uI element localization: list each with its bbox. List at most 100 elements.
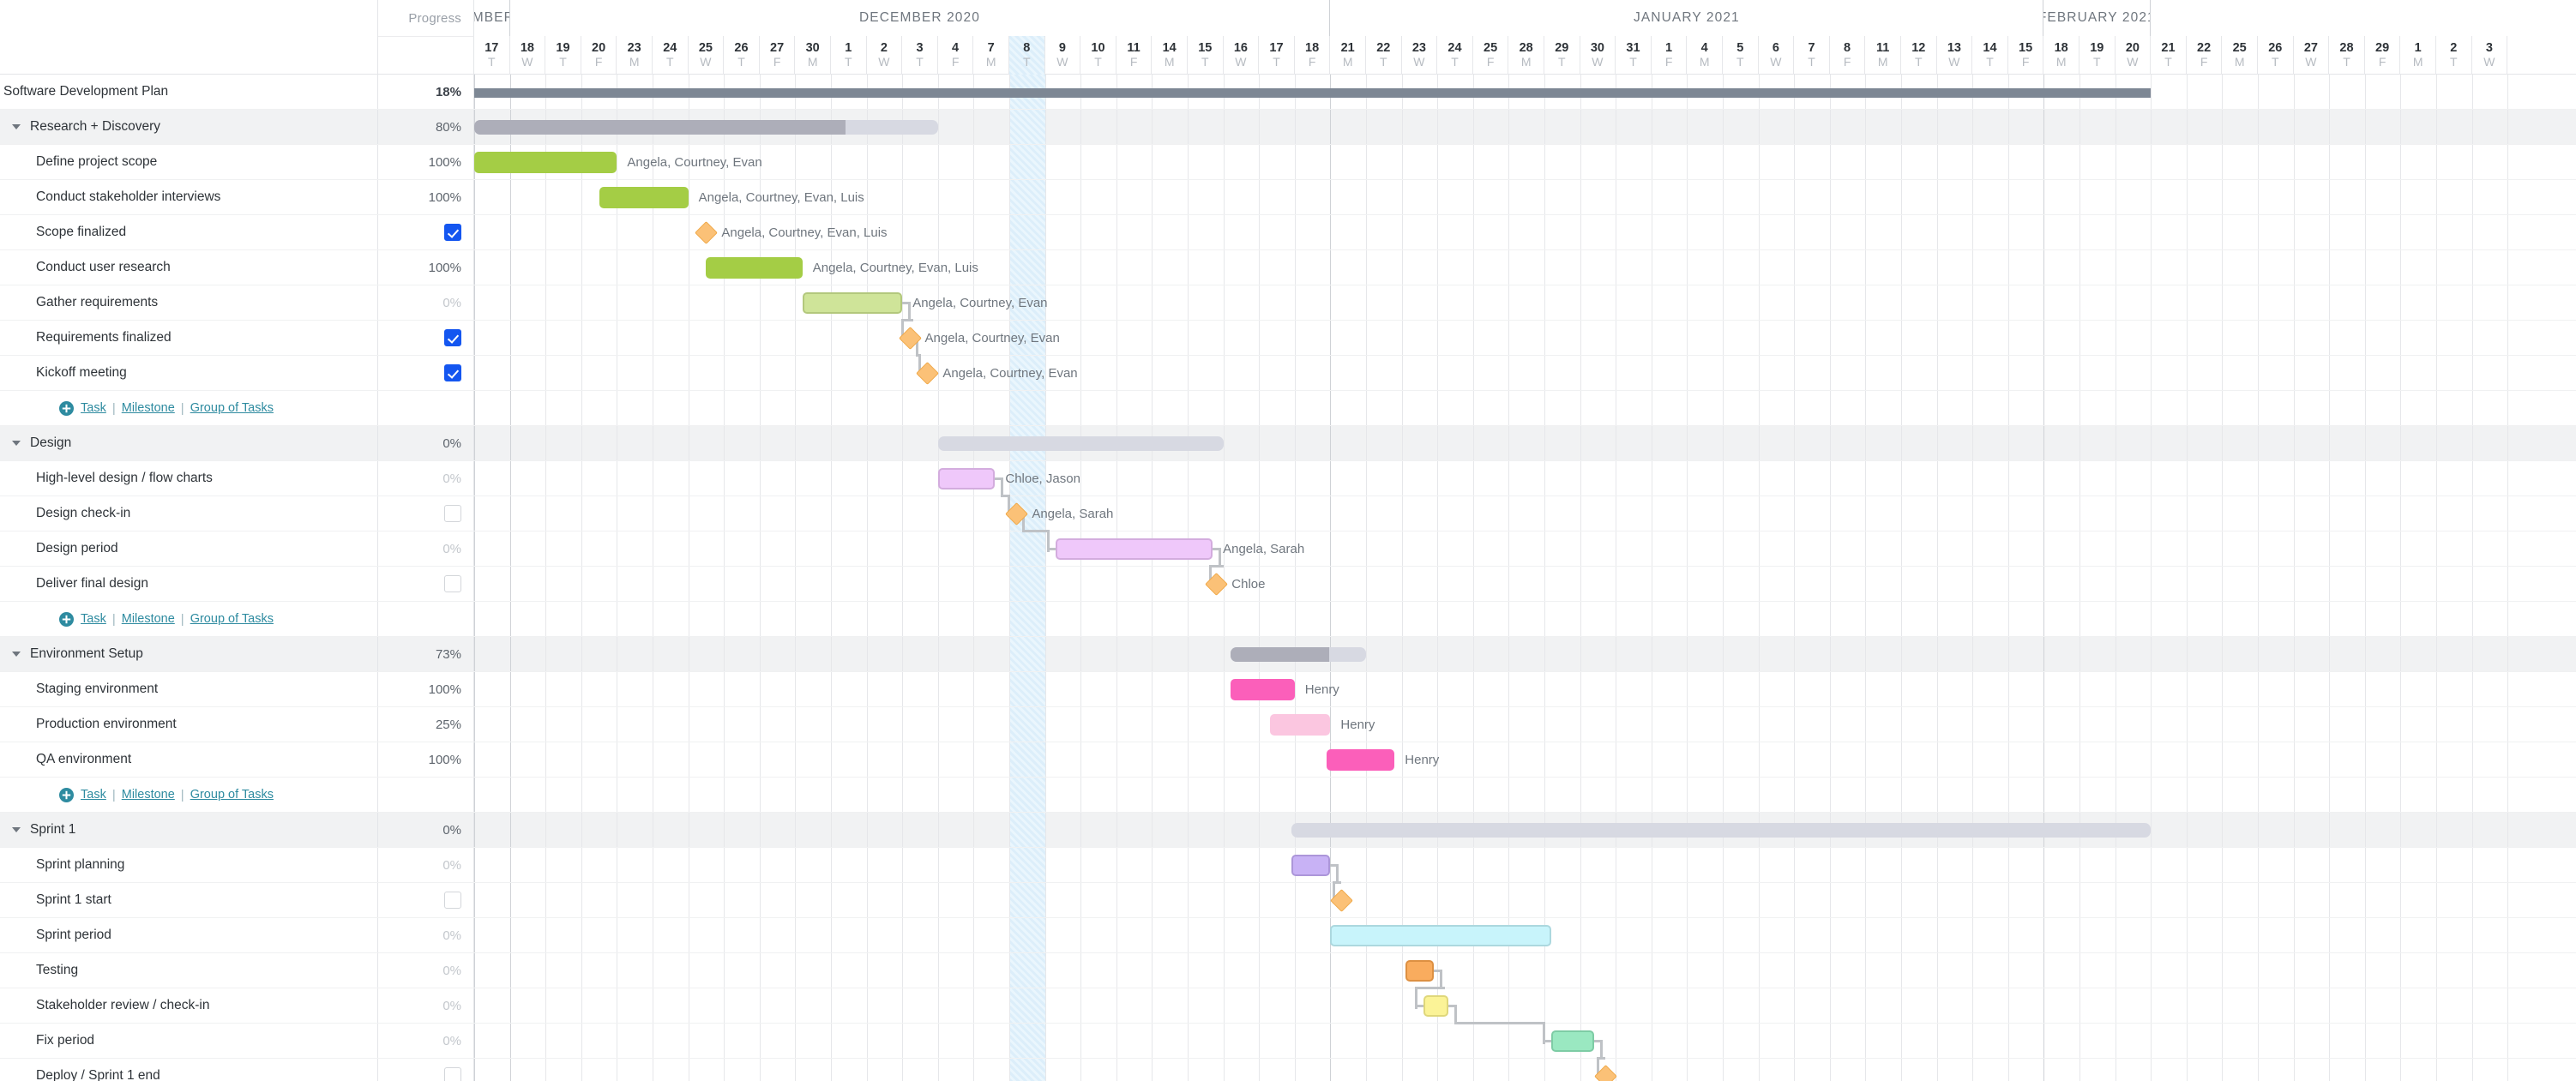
progress-cell[interactable]: 18% [378,75,474,109]
task-list-row[interactable]: Stakeholder review / check-in0% [0,988,474,1024]
add-task-link[interactable]: Task [81,612,106,626]
task-list-row[interactable]: Deliver final design [0,567,474,602]
timeline-panel[interactable]: NOVEMBER 2020DECEMBER 2020JANUARY 2021FE… [474,0,2576,1081]
add-task-link[interactable]: Task [81,401,106,415]
task-list-row[interactable]: Design period0% [0,531,474,567]
task-name-cell[interactable]: Research + Discovery [0,110,378,144]
add-task-link[interactable]: Task [81,788,106,802]
add-milestone-link[interactable]: Milestone [122,788,175,802]
task-bar[interactable] [1330,925,1551,946]
add-group-link[interactable]: Group of Tasks [190,401,274,415]
task-list-row[interactable]: Fix period0% [0,1024,474,1059]
progress-cell[interactable] [378,215,474,249]
task-list-row[interactable]: Staging environment100% [0,672,474,707]
progress-cell[interactable]: 0% [378,953,474,988]
task-list-row[interactable]: Research + Discovery80% [0,110,474,145]
task-list-row[interactable]: Sprint 10% [0,813,474,848]
task-bar[interactable] [1551,1030,1594,1052]
collapse-caret-icon[interactable] [12,827,21,832]
task-name-cell[interactable]: Kickoff meeting [0,356,378,390]
task-bar[interactable] [1405,960,1434,982]
task-name-cell[interactable]: Fix period [0,1024,378,1058]
progress-cell[interactable]: 0% [378,1024,474,1058]
add-row[interactable]: Task|Milestone|Group of Tasks [0,602,474,637]
task-list-row[interactable]: Kickoff meeting [0,356,474,391]
progress-cell[interactable]: 0% [378,285,474,320]
project-summary-bar[interactable] [474,88,2151,98]
task-name-cell[interactable]: Design period [0,531,378,566]
progress-cell[interactable] [378,883,474,917]
task-list-row[interactable]: Define project scope100% [0,145,474,180]
milestone-checkbox[interactable] [444,892,461,909]
timeline-body[interactable]: Angela, Courtney, EvanAngela, Courtney, … [474,75,2576,1081]
progress-cell[interactable]: 0% [378,918,474,952]
task-name-cell[interactable]: Software Development Plan [0,75,378,109]
progress-cell[interactable]: 0% [378,988,474,1023]
milestone-diamond[interactable] [1205,573,1228,596]
progress-cell[interactable]: 0% [378,426,474,460]
task-list-row[interactable]: Design0% [0,426,474,461]
progress-cell[interactable] [378,321,474,355]
task-name-cell[interactable]: Define project scope [0,145,378,179]
plus-circle-icon[interactable] [59,612,74,627]
milestone-checkbox[interactable] [444,575,461,592]
task-name-cell[interactable]: Conduct user research [0,250,378,285]
add-milestone-link[interactable]: Milestone [122,612,175,626]
task-list-row[interactable]: Design check-in [0,496,474,531]
task-bar[interactable] [803,292,902,314]
task-list-row[interactable]: Sprint period0% [0,918,474,953]
task-list-row[interactable]: Testing0% [0,953,474,988]
task-bar[interactable] [1231,679,1295,700]
task-bar[interactable] [474,152,617,173]
task-name-cell[interactable]: Conduct stakeholder interviews [0,180,378,214]
task-list-row[interactable]: Gather requirements0% [0,285,474,321]
milestone-checkbox[interactable] [444,1067,461,1081]
progress-cell[interactable]: 100% [378,672,474,706]
task-bar[interactable] [706,257,802,279]
task-name-cell[interactable]: Sprint planning [0,848,378,882]
add-group-link[interactable]: Group of Tasks [190,788,274,802]
task-bar[interactable] [1327,749,1394,771]
task-list-row[interactable]: Sprint planning0% [0,848,474,883]
task-list-row[interactable]: Scope finalized [0,215,474,250]
progress-cell[interactable]: 0% [378,848,474,882]
task-bar[interactable] [1423,995,1448,1017]
task-name-cell[interactable]: Sprint period [0,918,378,952]
task-name-cell[interactable]: Deploy / Sprint 1 end [0,1059,378,1081]
task-bar[interactable] [1056,538,1213,560]
task-name-cell[interactable]: Sprint 1 start [0,883,378,917]
task-list-row[interactable]: High-level design / flow charts0% [0,461,474,496]
group-summary-bar[interactable] [1291,823,2152,838]
milestone-checkbox[interactable] [444,329,461,346]
progress-cell[interactable]: 80% [378,110,474,144]
task-list-row[interactable]: Environment Setup73% [0,637,474,672]
task-name-cell[interactable]: Testing [0,953,378,988]
task-list-row[interactable]: Sprint 1 start [0,883,474,918]
group-summary-bar[interactable] [1231,647,1366,662]
progress-cell[interactable] [378,1059,474,1081]
task-bar[interactable] [1270,714,1331,736]
task-list-row[interactable]: QA environment100% [0,742,474,778]
progress-cell[interactable] [378,496,474,531]
task-list-row[interactable]: Requirements finalized [0,321,474,356]
task-name-cell[interactable]: Production environment [0,707,378,742]
task-name-cell[interactable]: Sprint 1 [0,813,378,847]
task-name-cell[interactable]: High-level design / flow charts [0,461,378,495]
plus-circle-icon[interactable] [59,401,74,416]
progress-cell[interactable]: 73% [378,637,474,671]
task-bar[interactable] [599,187,689,208]
progress-cell[interactable] [378,356,474,390]
task-name-cell[interactable]: Gather requirements [0,285,378,320]
task-bar[interactable] [938,468,996,489]
task-name-cell[interactable]: Design check-in [0,496,378,531]
progress-cell[interactable]: 0% [378,461,474,495]
milestone-checkbox[interactable] [444,224,461,241]
milestone-checkbox[interactable] [444,505,461,522]
collapse-caret-icon[interactable] [12,652,21,657]
task-list-row[interactable]: Production environment25% [0,707,474,742]
task-list-row[interactable]: Conduct stakeholder interviews100% [0,180,474,215]
progress-cell[interactable] [378,567,474,601]
task-name-cell[interactable]: Staging environment [0,672,378,706]
collapse-caret-icon[interactable] [12,441,21,446]
progress-cell[interactable]: 0% [378,531,474,566]
